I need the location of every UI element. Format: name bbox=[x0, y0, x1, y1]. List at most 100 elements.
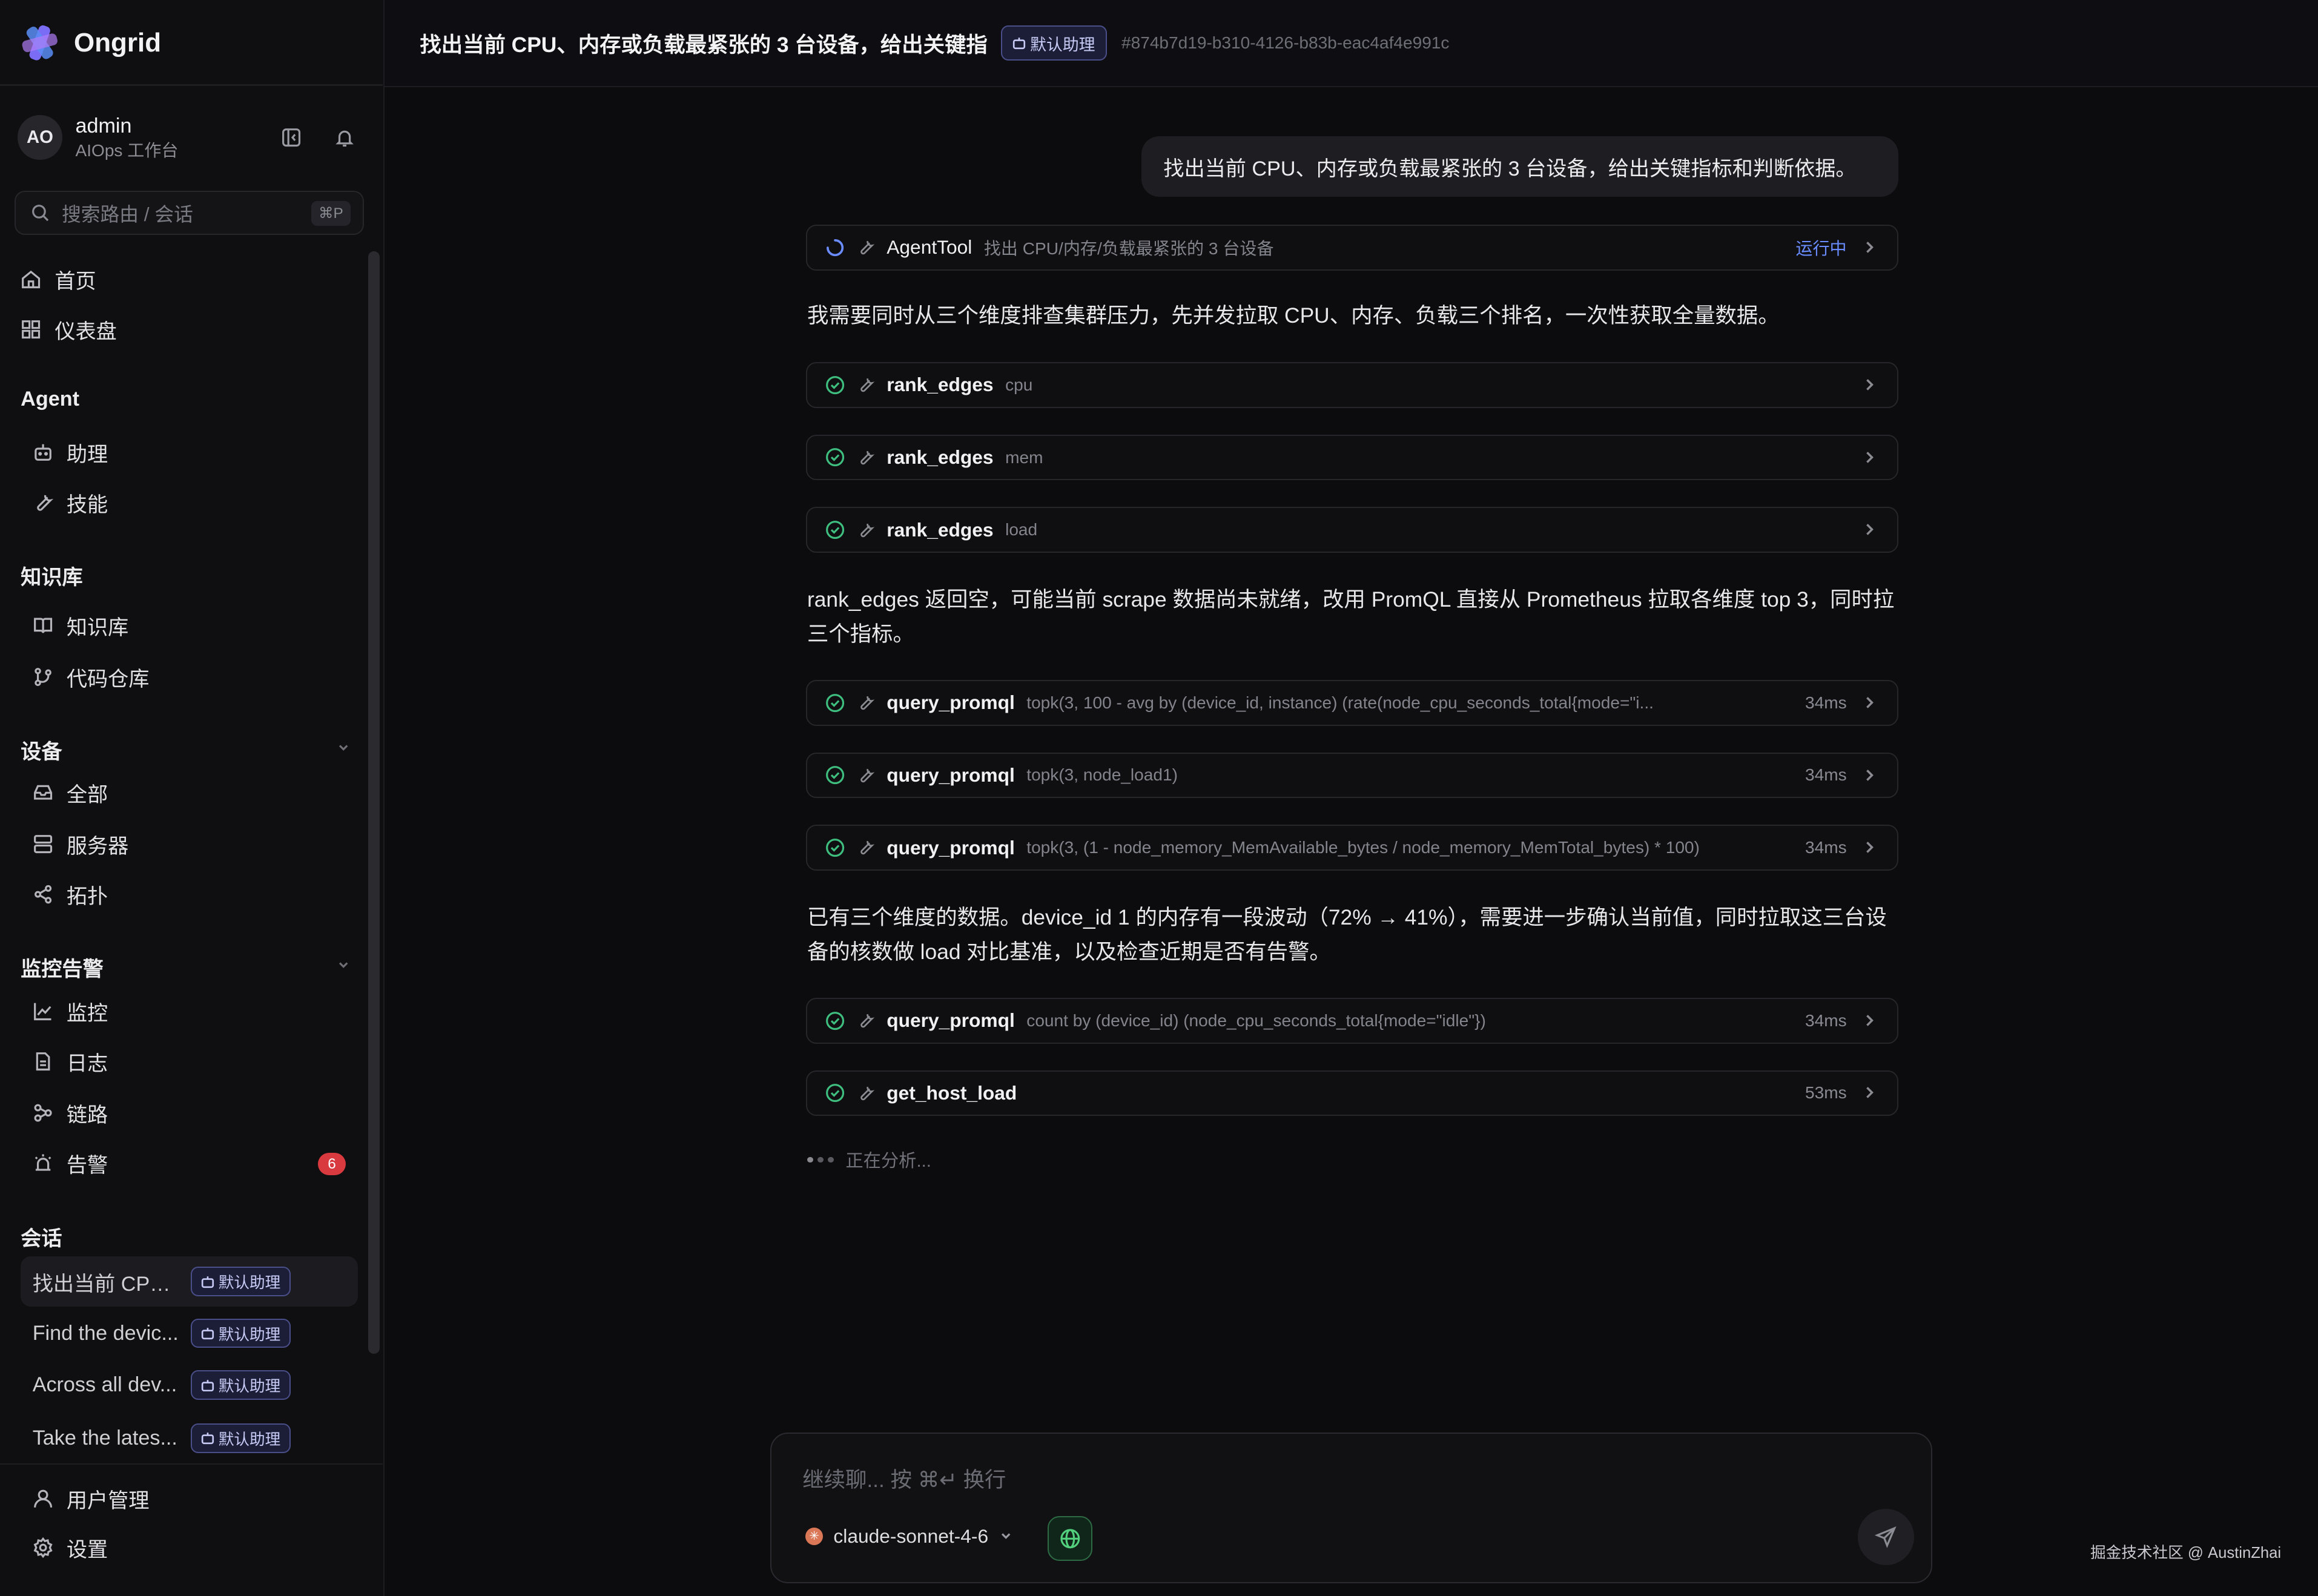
wrench-icon bbox=[860, 768, 875, 783]
sidebar-item-topology[interactable]: 拓扑 bbox=[33, 874, 108, 915]
chevron-right-icon bbox=[1866, 769, 1874, 781]
conversation-item[interactable]: Find the devic... 默认助理 bbox=[21, 1308, 358, 1359]
app-name: Ongrid bbox=[74, 27, 162, 58]
search-placeholder: 搜索路由 / 会话 bbox=[62, 203, 193, 225]
conversation-item[interactable]: Take the lates... 默认助理 bbox=[21, 1413, 358, 1463]
divider bbox=[0, 1463, 383, 1465]
chevron-right-icon bbox=[1866, 842, 1874, 853]
tool-duration: 34ms bbox=[1805, 693, 1847, 712]
sidebar-item-all-devices[interactable]: 全部 bbox=[33, 771, 108, 813]
tool-name: rank_edges bbox=[887, 518, 994, 541]
tool-call-rank-edges[interactable]: rank_edges load bbox=[805, 507, 1898, 553]
tool-duration: 53ms bbox=[1805, 1083, 1847, 1103]
sidebar-item-label: 首页 bbox=[54, 270, 96, 294]
conversation-title: Across all dev... bbox=[32, 1373, 177, 1396]
tool-call-rank-edges[interactable]: rank_edges cpu bbox=[805, 362, 1898, 408]
sidebar-item-dashboard[interactable]: 仪表盘 bbox=[21, 309, 117, 350]
tool-call-query-promql[interactable]: query_promql topk(3, node_load1) 34ms bbox=[805, 752, 1898, 799]
send-button[interactable] bbox=[1858, 1509, 1915, 1565]
wrench-icon bbox=[860, 1086, 875, 1100]
tool-name: query_promql bbox=[887, 1009, 1015, 1032]
chevron-down-icon[interactable] bbox=[336, 740, 351, 755]
analyzing-indicator: 正在分析... bbox=[807, 1147, 931, 1172]
sidebar-item-label: 监控 bbox=[66, 1001, 108, 1025]
tool-call-query-promql[interactable]: query_promql topk(3, 100 - avg by (devic… bbox=[805, 680, 1898, 726]
sidebar-item-label: 代码仓库 bbox=[66, 668, 150, 691]
share-icon bbox=[34, 885, 51, 904]
conversation-item[interactable]: Across all dev... 默认助理 bbox=[21, 1360, 358, 1410]
agent-chip: 默认助理 bbox=[190, 1423, 291, 1453]
check-circle-icon bbox=[825, 1011, 844, 1030]
avatar: AO bbox=[18, 115, 62, 160]
section-title-agent: Agent bbox=[21, 387, 79, 411]
sidebar-item-settings[interactable]: 设置 bbox=[33, 1527, 108, 1568]
gear-icon bbox=[33, 1537, 53, 1558]
chevron-right-icon bbox=[1866, 1014, 1874, 1026]
tool-call-get-host-load[interactable]: get_host_load 53ms bbox=[805, 1070, 1898, 1116]
wrench-icon bbox=[860, 696, 875, 710]
sidebar-item-knowledge[interactable]: 知识库 bbox=[33, 604, 129, 645]
chevron-right-icon bbox=[1866, 242, 1874, 253]
sidebar-item-monitor[interactable]: 监控 bbox=[33, 991, 108, 1032]
sidebar-item-label: 助理 bbox=[66, 443, 108, 467]
sidebar-item-code-repo[interactable]: 代码仓库 bbox=[33, 656, 150, 697]
sidebar-item-label: 服务器 bbox=[66, 834, 129, 858]
chevron-right-icon bbox=[1866, 1087, 1874, 1099]
book-icon bbox=[33, 618, 52, 633]
sidebar-item-alerts[interactable]: 告警 bbox=[33, 1143, 108, 1184]
sidebar-scrollbar[interactable] bbox=[368, 251, 380, 1354]
agent-chip: 默认助理 bbox=[190, 1370, 291, 1400]
composer-placeholder[interactable]: 继续聊... 按 ⌘↵ 换行 bbox=[802, 1463, 1006, 1494]
sidebar-item-label: 拓扑 bbox=[66, 885, 108, 908]
chevron-right-icon bbox=[1866, 697, 1874, 708]
check-circle-icon bbox=[825, 375, 844, 394]
wrench-icon bbox=[860, 523, 875, 537]
sidebar-item-tracing[interactable]: 链路 bbox=[33, 1092, 108, 1133]
sidebar-item-logs[interactable]: 日志 bbox=[33, 1041, 108, 1082]
collapse-sidebar-icon[interactable] bbox=[278, 124, 305, 151]
chevron-down-icon bbox=[1002, 1533, 1011, 1540]
tool-duration: 34ms bbox=[1805, 838, 1847, 857]
anthropic-icon: ✳ bbox=[805, 1527, 824, 1546]
sidebar-item-assistant[interactable]: 助理 bbox=[33, 432, 108, 473]
sidebar-item-servers[interactable]: 服务器 bbox=[33, 823, 129, 865]
tool-name: query_promql bbox=[887, 763, 1015, 786]
sidebar-item-user-management[interactable]: 用户管理 bbox=[33, 1478, 149, 1519]
tool-args: 找出 CPU/内存/负载最紧张的 3 台设备 bbox=[983, 239, 1274, 259]
wrench-icon bbox=[36, 495, 53, 511]
sidebar-item-skills[interactable]: 技能 bbox=[33, 482, 108, 523]
chevron-right-icon bbox=[1866, 524, 1874, 536]
bot-icon bbox=[201, 1433, 214, 1445]
tool-call-query-promql[interactable]: query_promql topk(3, (1 - node_memory_Me… bbox=[805, 825, 1898, 871]
tool-call-query-promql[interactable]: query_promql count by (device_id) (node_… bbox=[805, 997, 1898, 1044]
bot-icon bbox=[201, 1328, 214, 1340]
chevron-down-icon[interactable] bbox=[336, 958, 351, 972]
agent-chip[interactable]: 默认助理 bbox=[1000, 25, 1107, 61]
sidebar: Ongrid AO admin AIOps 工作台 搜索路由 / 会话 ⌘P 首… bbox=[0, 0, 385, 1596]
spinner-icon bbox=[826, 239, 844, 256]
bell-icon[interactable] bbox=[331, 124, 358, 151]
section-title-devices: 设备 bbox=[21, 740, 62, 764]
tool-args: cpu bbox=[1005, 375, 1033, 394]
tool-call-rank-edges[interactable]: rank_edges mem bbox=[805, 434, 1898, 481]
conversation-item[interactable]: 找出当前 CPU... 默认助理 bbox=[21, 1256, 358, 1307]
send-icon bbox=[1875, 1526, 1897, 1548]
tool-call-agenttool[interactable]: AgentTool 找出 CPU/内存/负载最紧张的 3 台设备 运行中 bbox=[805, 225, 1898, 271]
conversation-title: 找出当前 CPU... bbox=[32, 1272, 180, 1296]
home-icon bbox=[22, 271, 41, 289]
check-circle-icon bbox=[825, 766, 844, 785]
typing-dots-icon bbox=[807, 1156, 834, 1163]
chart-line-icon bbox=[33, 1003, 51, 1020]
brand[interactable]: Ongrid bbox=[21, 21, 161, 65]
message-composer[interactable]: 继续聊... 按 ⌘↵ 换行 ✳ claude-sonnet-4-6 bbox=[770, 1432, 1932, 1583]
search-input[interactable]: 搜索路由 / 会话 ⌘P bbox=[15, 190, 364, 236]
model-selector[interactable]: ✳ claude-sonnet-4-6 bbox=[805, 1525, 1014, 1548]
sidebar-item-label: 全部 bbox=[66, 783, 108, 806]
check-circle-icon bbox=[825, 448, 844, 467]
bot-icon bbox=[201, 1379, 214, 1391]
sidebar-item-label: 知识库 bbox=[66, 616, 129, 639]
sidebar-item-home[interactable]: 首页 bbox=[21, 259, 96, 300]
web-search-toggle[interactable] bbox=[1048, 1516, 1092, 1561]
user-profile[interactable]: AO admin AIOps 工作台 bbox=[18, 113, 366, 163]
divider bbox=[0, 84, 383, 86]
